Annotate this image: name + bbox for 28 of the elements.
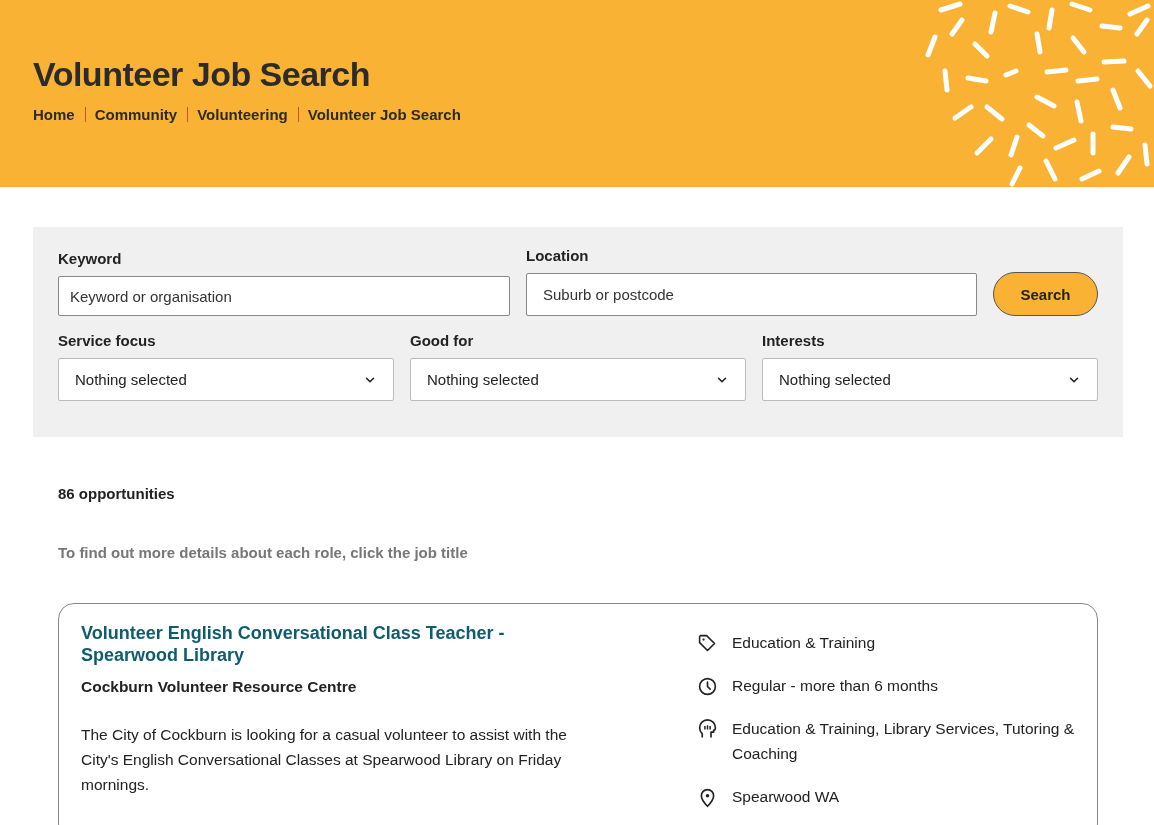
clock-icon <box>697 676 718 697</box>
field-label: Service focus <box>58 332 157 349</box>
job-description: The City of Cockburn is looking for a casual volunteer to assist with the City's English Conversational Classes at Spearwood Library on Friday mornings. <box>81 725 568 795</box>
dropdown-select[interactable]: Nothing selected <box>762 358 1098 401</box>
job-detail-text: Education & Training, Library Services, Tutoring & Coaching <box>732 719 1075 764</box>
breadcrumb-link[interactable]: Volunteering <box>197 106 288 123</box>
head-icon <box>697 719 718 740</box>
field-label: Interests <box>762 332 826 349</box>
breadcrumb-link[interactable]: Volunteer Job Search <box>307 106 461 123</box>
results-hint: To find out more details about each role, click the job title <box>58 544 469 561</box>
organisation-name: Cockburn Volunteer Resource Centre <box>81 678 358 696</box>
tag-icon <box>697 633 718 654</box>
input-field[interactable]: Keyword or organisation <box>58 276 510 316</box>
job-title-link[interactable]: Volunteer English Conversational Class Teacher - Spearwood Library <box>81 622 601 666</box>
field-label: Keyword <box>58 250 123 267</box>
search-button[interactable]: Search <box>993 272 1098 316</box>
page-title: Volunteer Job Search <box>33 55 372 94</box>
dropdown-select[interactable]: Nothing selected <box>58 358 394 401</box>
field-label: Location <box>526 247 590 264</box>
breadcrumb-link[interactable]: Community <box>94 106 178 123</box>
results-count: 86 opportunities <box>58 485 176 502</box>
job-detail-text: Education & Training <box>732 633 876 653</box>
dropdown-select[interactable]: Nothing selected <box>410 358 746 401</box>
job-detail-text: Regular - more than 6 months <box>732 676 938 696</box>
field-label: Good for <box>410 332 475 349</box>
input-field[interactable]: Suburb or postcode <box>526 273 977 316</box>
breadcrumb-link[interactable]: Home <box>33 106 75 123</box>
job-detail-text: Spearwood WA <box>732 787 840 807</box>
